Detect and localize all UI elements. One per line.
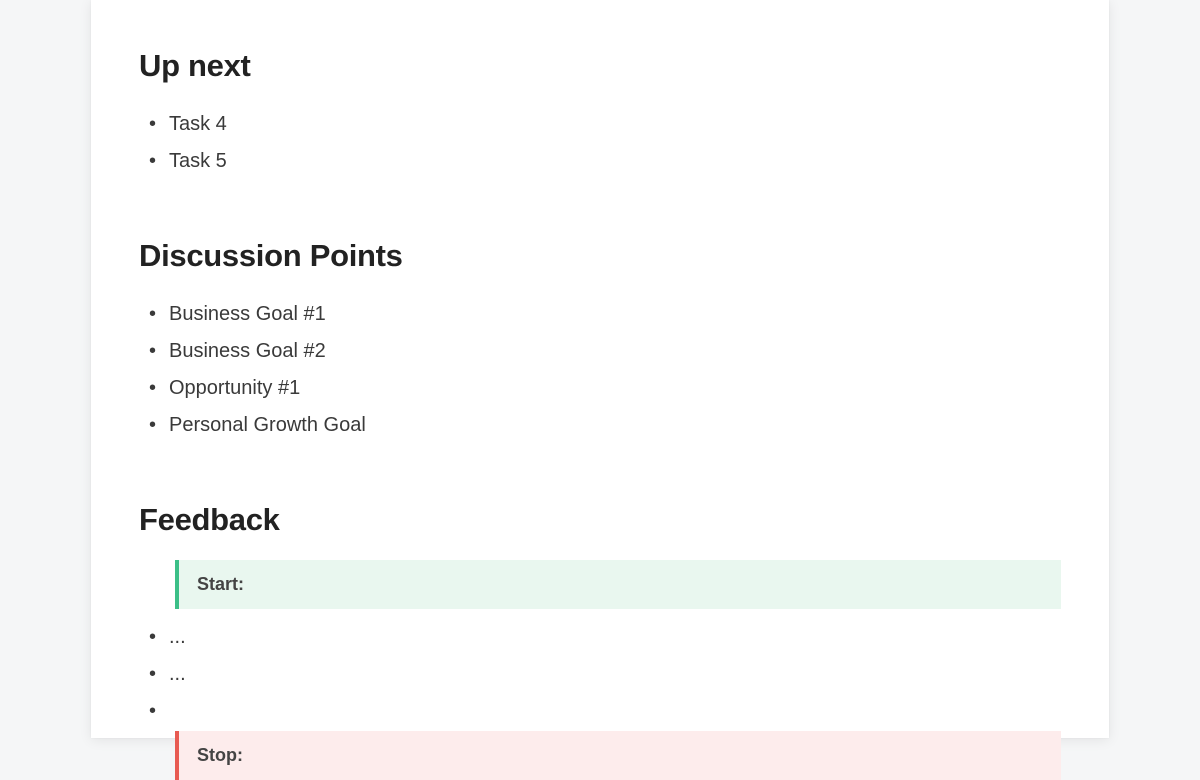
list-item: Business Goal #2 — [169, 333, 1061, 370]
list-item — [169, 693, 1061, 721]
section-heading-feedback: Feedback — [139, 502, 1061, 538]
page-background: Up next Task 4 Task 5 Discussion Points … — [0, 0, 1200, 738]
feedback-start-items: ... ... — [139, 619, 1061, 721]
section-heading-up-next: Up next — [139, 48, 1061, 84]
callout-start: Start: — [175, 560, 1061, 609]
list-item: Personal Growth Goal — [169, 407, 1061, 444]
discussion-list: Business Goal #1 Business Goal #2 Opport… — [139, 296, 1061, 444]
list-item: Opportunity #1 — [169, 370, 1061, 407]
up-next-list: Task 4 Task 5 — [139, 106, 1061, 180]
list-item: ... — [169, 656, 1061, 693]
feedback-start-block: Start: ... ... Stop: — [139, 560, 1061, 780]
list-item: Business Goal #1 — [169, 296, 1061, 333]
list-item: Task 4 — [169, 106, 1061, 143]
callout-stop: Stop: — [175, 731, 1061, 780]
document-page: Up next Task 4 Task 5 Discussion Points … — [91, 0, 1109, 738]
list-item: ... — [169, 619, 1061, 656]
list-item: Task 5 — [169, 143, 1061, 180]
section-heading-discussion: Discussion Points — [139, 238, 1061, 274]
